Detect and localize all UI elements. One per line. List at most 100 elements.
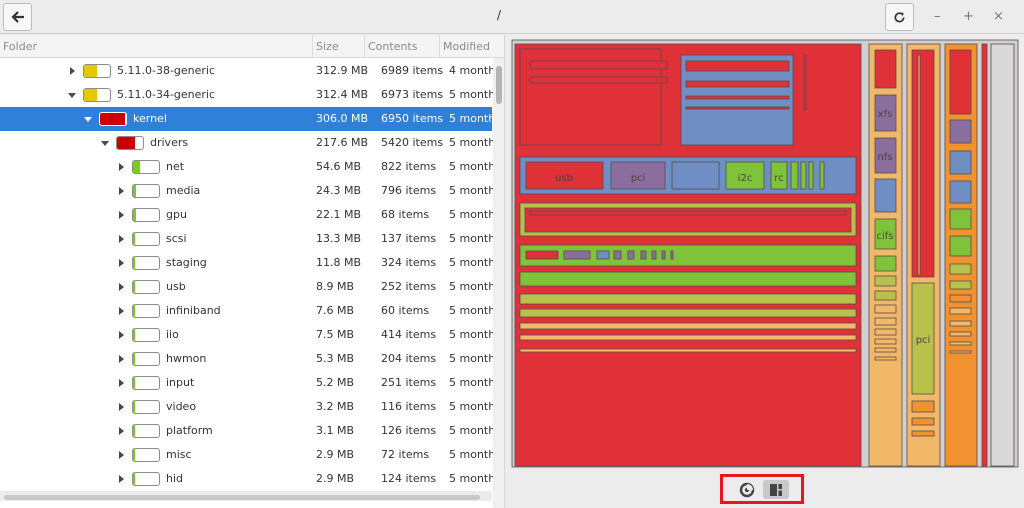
treemap-tile[interactable] — [874, 304, 897, 314]
column-header-modified[interactable]: Modified — [440, 35, 494, 58]
treemap-tile[interactable] — [949, 150, 972, 175]
folder-row[interactable]: gpu 22.1 MB 68 items 5 months — [0, 203, 501, 227]
expander-collapsed-icon[interactable] — [116, 443, 126, 467]
treemap-chart-button[interactable] — [763, 480, 789, 499]
treemap-tile[interactable] — [874, 338, 897, 345]
treemap-tile[interactable] — [519, 334, 857, 341]
vertical-scrollbar[interactable] — [493, 58, 504, 508]
expander-collapsed-icon[interactable] — [116, 251, 126, 275]
treemap-tile[interactable] — [949, 180, 972, 204]
treemap-tile[interactable] — [519, 322, 857, 330]
treemap-tile[interactable] — [949, 307, 972, 315]
treemap-tile[interactable] — [519, 271, 857, 287]
treemap-tile[interactable] — [874, 178, 897, 213]
treemap-tile[interactable] — [529, 210, 847, 216]
column-header-contents[interactable]: Contents — [365, 35, 440, 58]
treemap-tile[interactable] — [685, 60, 790, 72]
treemap-tile[interactable] — [671, 161, 720, 190]
folder-row[interactable]: net 54.6 MB 822 items 5 months — [0, 155, 501, 179]
treemap-tile[interactable] — [949, 294, 972, 303]
expander-collapsed-icon[interactable] — [116, 395, 126, 419]
expander-collapsed-icon[interactable] — [67, 59, 77, 83]
treemap-tile[interactable] — [800, 161, 807, 190]
close-button[interactable]: × — [993, 9, 1004, 24]
treemap-tile[interactable] — [874, 328, 897, 336]
treemap-tile[interactable] — [874, 356, 897, 361]
folder-row[interactable]: drivers 217.6 MB 5420 items 5 months — [0, 131, 501, 155]
folder-row[interactable]: iio 7.5 MB 414 items 5 months — [0, 323, 501, 347]
folder-row[interactable]: video 3.2 MB 116 items 5 months — [0, 395, 501, 419]
treemap-tile[interactable] — [874, 49, 897, 89]
ring-chart-button[interactable] — [734, 480, 760, 499]
treemap-tile[interactable] — [685, 95, 790, 100]
treemap-tile[interactable] — [640, 250, 647, 260]
expander-collapsed-icon[interactable] — [116, 179, 126, 203]
treemap-tile[interactable] — [949, 341, 972, 346]
treemap-tile[interactable] — [949, 235, 972, 257]
treemap-tile[interactable] — [911, 430, 935, 437]
treemap-tile[interactable] — [911, 417, 935, 426]
folder-row[interactable]: misc 2.9 MB 72 items 5 months — [0, 443, 501, 467]
expander-collapsed-icon[interactable] — [116, 347, 126, 371]
expander-collapsed-icon[interactable] — [116, 419, 126, 443]
treemap-tile[interactable] — [949, 119, 972, 144]
treemap-tile[interactable] — [525, 250, 559, 260]
treemap-tile[interactable] — [911, 49, 935, 278]
back-button[interactable] — [3, 3, 32, 31]
treemap-tile[interactable] — [519, 293, 857, 305]
treemap-tile[interactable] — [651, 250, 657, 260]
treemap-tile[interactable] — [529, 60, 668, 70]
treemap-tile[interactable] — [661, 250, 666, 260]
column-header-folder[interactable]: Folder — [0, 35, 313, 58]
horizontal-scrollbar-thumb[interactable] — [4, 495, 480, 500]
treemap-tile[interactable] — [949, 280, 972, 290]
expander-collapsed-icon[interactable] — [116, 227, 126, 251]
treemap-tile-column[interactable] — [981, 43, 988, 467]
treemap-tile[interactable] — [819, 161, 825, 190]
folder-row[interactable]: infiniband 7.6 MB 60 items 5 months — [0, 299, 501, 323]
treemap-tile[interactable] — [949, 263, 972, 275]
folder-row[interactable]: usb 8.9 MB 252 items 5 months — [0, 275, 501, 299]
maximize-button[interactable]: + — [963, 9, 974, 24]
treemap-tile[interactable] — [685, 106, 790, 110]
treemap-tile[interactable] — [803, 54, 807, 111]
treemap-tile[interactable] — [529, 76, 668, 84]
treemap-tile[interactable] — [596, 250, 610, 260]
treemap-tile[interactable] — [613, 250, 622, 260]
treemap-tile[interactable] — [874, 290, 897, 301]
folder-row[interactable]: platform 3.1 MB 126 items 5 months — [0, 419, 501, 443]
treemap-tile[interactable] — [949, 350, 972, 354]
treemap-tile[interactable] — [911, 400, 935, 413]
treemap-tile[interactable] — [874, 275, 897, 287]
treemap-tile[interactable] — [874, 347, 897, 353]
folder-row[interactable]: input 5.2 MB 251 items 5 months — [0, 371, 501, 395]
expander-collapsed-icon[interactable] — [116, 275, 126, 299]
treemap-tile[interactable] — [627, 250, 635, 260]
folder-row[interactable]: scsi 13.3 MB 137 items 5 months — [0, 227, 501, 251]
treemap-tile[interactable] — [685, 80, 790, 88]
column-header-size[interactable]: Size — [313, 35, 365, 58]
expander-expanded-icon[interactable] — [100, 131, 110, 155]
expander-collapsed-icon[interactable] — [116, 467, 126, 491]
treemap-tile[interactable] — [808, 161, 814, 190]
minimize-button[interactable]: – — [934, 9, 941, 24]
treemap-tile[interactable] — [949, 320, 972, 327]
vertical-scrollbar-thumb[interactable] — [496, 66, 502, 104]
folder-row[interactable]: 5.11.0-38-generic 312.9 MB 6989 items 4 mon… — [0, 59, 501, 83]
treemap-tile[interactable] — [917, 54, 921, 276]
treemap-tile[interactable] — [949, 49, 972, 115]
expander-expanded-icon[interactable] — [67, 83, 77, 107]
expander-collapsed-icon[interactable] — [116, 299, 126, 323]
expander-collapsed-icon[interactable] — [116, 371, 126, 395]
treemap-tile[interactable] — [563, 250, 591, 260]
treemap-tile[interactable] — [949, 331, 972, 337]
horizontal-scrollbar[interactable] — [0, 491, 492, 501]
treemap-tile[interactable] — [519, 308, 857, 318]
folder-row[interactable]: media 24.3 MB 796 items 5 months — [0, 179, 501, 203]
expander-collapsed-icon[interactable] — [116, 203, 126, 227]
folder-row[interactable]: 5.11.0-34-generic 312.4 MB 6973 items 5 mon… — [0, 83, 501, 107]
treemap-tile[interactable] — [949, 208, 972, 230]
treemap-tile[interactable] — [670, 250, 674, 260]
folder-row[interactable]: hwmon 5.3 MB 204 items 5 months — [0, 347, 501, 371]
folder-row[interactable]: hid 2.9 MB 124 items 5 months — [0, 467, 501, 491]
